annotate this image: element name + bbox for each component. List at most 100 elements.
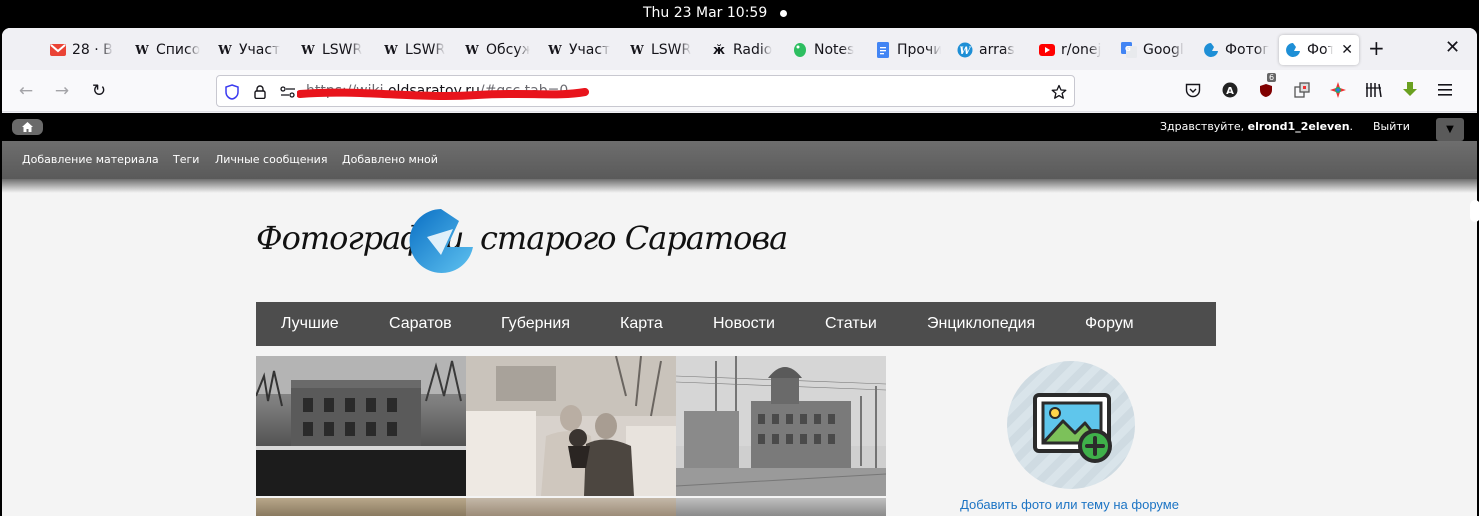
tab-label: Прочи [897, 42, 941, 58]
tab-wikipedia-4[interactable]: W LSWR [383, 35, 449, 65]
photo-row2-1[interactable] [256, 498, 466, 516]
logout-link[interactable]: Выйти [1373, 120, 1410, 133]
tab-label: Radio [733, 42, 773, 58]
add-photo-link[interactable]: Добавить фото или тему на форуме [882, 497, 1257, 512]
nav-news[interactable]: Новости [713, 315, 775, 333]
close-window-button[interactable]: ✕ [1445, 37, 1460, 58]
site-user-bar: Здравствуйте, elrond1_2eleven. Выйти ▼ [2, 113, 1477, 141]
tab-oldsaratov-active[interactable]: Фот ✕ [1279, 35, 1359, 65]
tab-wikipedia-2[interactable]: W Участ [217, 35, 283, 65]
tab-wikipedia-7[interactable]: W LSWR [629, 35, 695, 65]
tab-label: Обсуж [486, 42, 530, 58]
tab-wikipedia-5[interactable]: W Обсуж [464, 35, 530, 65]
tab-gmail[interactable]: 28 · B [50, 35, 128, 65]
home-icon[interactable] [12, 119, 43, 135]
nav-best[interactable]: Лучшие [281, 315, 339, 333]
photo-old-building[interactable] [256, 356, 466, 496]
tab-notes[interactable]: Notes [792, 35, 858, 65]
nav-map[interactable]: Карта [620, 315, 663, 333]
admin-link-tags[interactable]: Теги [173, 153, 199, 166]
nav-forum[interactable]: Форум [1085, 315, 1134, 333]
admin-bar-shadow [2, 179, 1477, 193]
tab-label: LSWR [405, 42, 446, 58]
tab-oldsaratov-1[interactable]: Фотог [1203, 35, 1269, 65]
tab-wikipedia-6[interactable]: W Участ [547, 35, 613, 65]
scrollbar-thumb[interactable] [1470, 200, 1479, 222]
tab-label: LSWR [322, 42, 363, 58]
account-avatar-icon[interactable]: A [1220, 80, 1240, 100]
admin-link-added-by-me[interactable]: Добавлено мной [342, 153, 438, 166]
tab-label: r/onej [1061, 42, 1102, 58]
admin-link-messages[interactable]: Личные сообщения [215, 153, 327, 166]
photo-row2-3[interactable] [676, 498, 886, 516]
reload-button[interactable]: ↻ [87, 79, 111, 103]
back-button[interactable]: ← [14, 79, 38, 103]
ublock-badge: 6 [1267, 73, 1277, 82]
wikipedia-icon: W [135, 43, 149, 57]
tab-youtube[interactable]: r/onej [1039, 35, 1105, 65]
nav-saratov[interactable]: Саратов [389, 315, 452, 333]
photo-street-view[interactable] [676, 356, 886, 496]
wikipedia-icon: W [218, 43, 232, 57]
web-page: Здравствуйте, elrond1_2eleven. Выйти ▼ Д… [2, 113, 1477, 516]
close-tab-icon[interactable]: ✕ [1341, 42, 1353, 58]
logo-emblem-icon [409, 209, 473, 273]
tab-label: Notes [814, 42, 855, 58]
admin-link-add-material[interactable]: Добавление материала [22, 153, 159, 166]
oldsaratov-icon [1285, 42, 1301, 58]
navigation-toolbar: ← → ↻ https://wiki.oldsaratov.ru/#gsc.ta… [2, 70, 1477, 112]
permissions-icon[interactable] [279, 83, 297, 101]
tab-label: 28 · B [72, 42, 113, 58]
chevron-down-icon[interactable]: ▼ [1436, 118, 1464, 141]
tab-google-translate[interactable]: G Googl [1121, 35, 1187, 65]
tab-wikipedia-1[interactable]: W Списо [134, 35, 204, 65]
download-helper-icon[interactable] [1400, 80, 1420, 100]
url-bar[interactable]: https://wiki.oldsaratov.ru/#gsc.tab=0 [216, 75, 1075, 107]
oldsaratov-icon [1203, 42, 1219, 58]
gmail-icon [50, 42, 66, 58]
nav-province[interactable]: Губерния [501, 315, 570, 333]
username-link[interactable]: elrond1_2eleven [1248, 120, 1350, 133]
admin-menu-bar: Добавление материала Теги Личные сообщен… [2, 141, 1477, 179]
evernote-icon [792, 42, 808, 58]
menu-hamburger-icon[interactable] [1435, 80, 1455, 100]
system-top-bar: Thu 23 Mar 10:59 [0, 0, 1479, 28]
red-scribble-redaction [297, 88, 589, 100]
lock-icon[interactable] [251, 83, 269, 101]
wikipedia-icon: W [384, 43, 398, 57]
tab-radio[interactable]: ӂ Radio [711, 35, 777, 65]
new-tab-button[interactable]: + [1368, 36, 1385, 60]
forward-button[interactable]: → [50, 79, 74, 103]
tab-label: LSWR [651, 42, 692, 58]
greeting-suffix: . [1349, 120, 1354, 133]
wikipedia-icon: W [630, 43, 644, 57]
logo-text-right: старого Саратова [480, 219, 788, 257]
photo-row2-2[interactable] [466, 498, 676, 516]
tab-wikipedia-3[interactable]: W LSWR [300, 35, 366, 65]
extension-icon[interactable] [1292, 80, 1312, 100]
tab-label: Фот [1307, 42, 1334, 58]
google-docs-icon [875, 42, 891, 58]
library-icon[interactable] [1364, 80, 1384, 100]
tab-google-docs[interactable]: Прочи [875, 35, 941, 65]
svg-text:W: W [959, 46, 972, 57]
tab-strip: 28 · B W Списо W Участ W LSWR W LSWR W О… [2, 28, 1477, 70]
greeting-prefix: Здравствуйте, [1160, 120, 1248, 133]
bookmark-star-icon[interactable] [1050, 83, 1068, 101]
ublock-origin-icon[interactable]: 6 [1257, 73, 1277, 100]
tab-label: Фотог [1225, 42, 1269, 58]
tracking-protection-shield-icon[interactable] [223, 83, 241, 101]
youtube-icon [1039, 42, 1055, 58]
wikipedia-icon: W [465, 43, 479, 57]
tab-wordpress[interactable]: W arras [957, 35, 1023, 65]
system-clock[interactable]: Thu 23 Mar 10:59 [643, 5, 767, 21]
photo-women-with-child[interactable] [466, 356, 676, 496]
pocket-icon[interactable] [1183, 80, 1203, 100]
nav-articles[interactable]: Статьи [825, 315, 877, 333]
colorful-extension-icon[interactable] [1328, 80, 1348, 100]
notification-dot-icon [780, 10, 787, 17]
nav-encyclopedia[interactable]: Энциклопедия [927, 315, 1035, 333]
wikipedia-icon: W [301, 43, 315, 57]
add-photo-widget[interactable] [1007, 361, 1135, 489]
add-photo-icon [1033, 393, 1112, 463]
